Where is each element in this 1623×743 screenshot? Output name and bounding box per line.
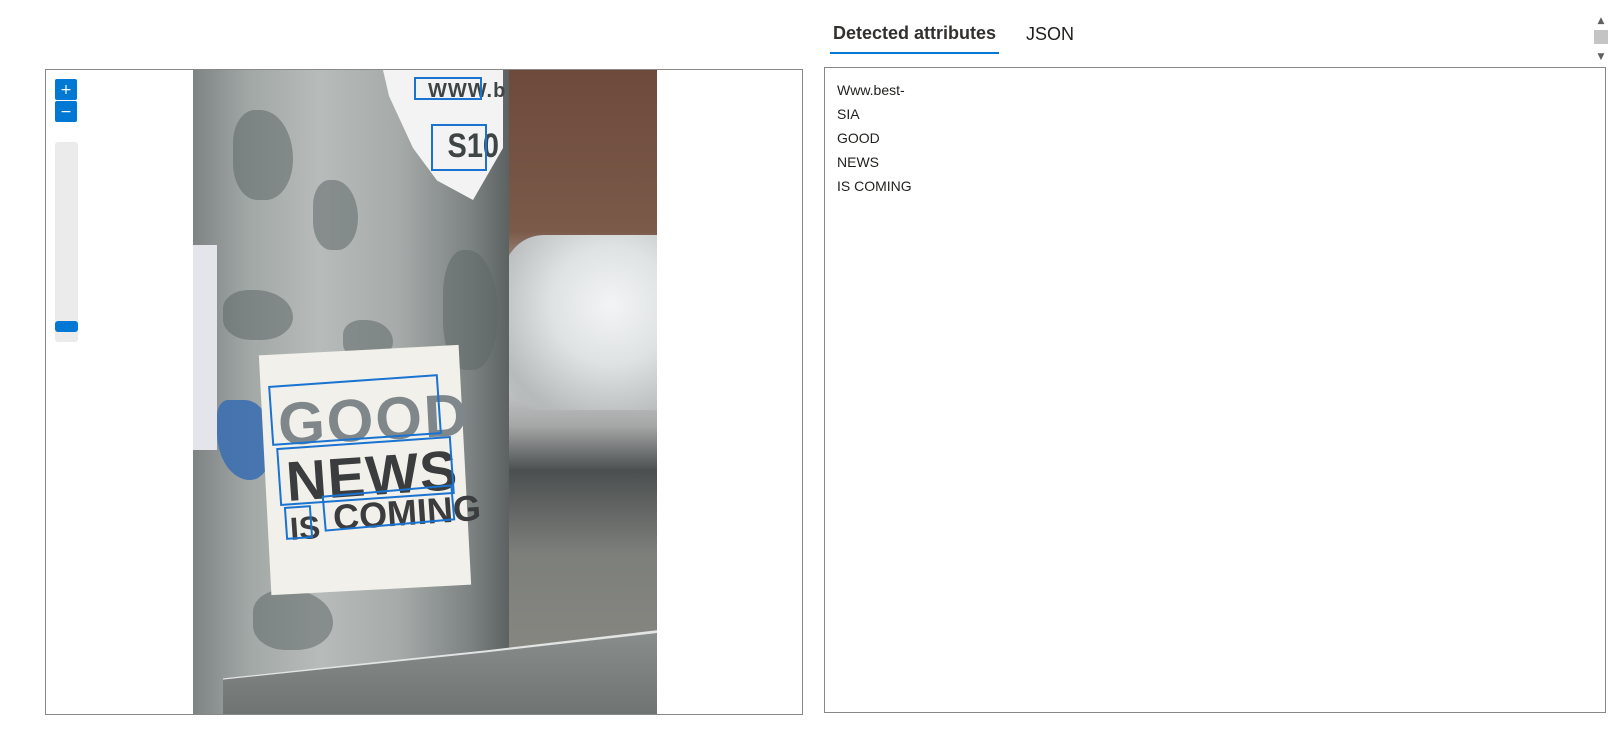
page-scrollbar[interactable]: ▲ ▼ <box>1594 10 1608 63</box>
tab-json[interactable]: JSON <box>1023 18 1077 54</box>
result-line: IS COMING <box>837 178 912 194</box>
zoom-controls: + − <box>55 79 77 123</box>
bounding-box-www[interactable] <box>414 77 482 100</box>
tab-detected-attributes[interactable]: Detected attributes <box>830 18 1000 54</box>
zoom-slider[interactable] <box>55 142 78 342</box>
chevron-up-icon[interactable]: ▲ <box>1594 15 1608 27</box>
bounding-box-is[interactable] <box>283 505 314 540</box>
zoom-out-button[interactable]: − <box>55 101 77 122</box>
result-line: NEWS <box>837 154 879 170</box>
result-line: GOOD <box>837 130 880 146</box>
bounding-box-good[interactable] <box>268 374 442 446</box>
chevron-down-icon[interactable]: ▼ <box>1594 51 1608 63</box>
result-tabs: Detected attributes JSON <box>830 18 1101 54</box>
detected-attributes-panel: Www.best- SIA GOOD NEWS IS COMING <box>824 67 1606 713</box>
scrollbar-thumb[interactable] <box>1594 30 1608 44</box>
zoom-in-button[interactable]: + <box>55 79 77 100</box>
zoom-slider-handle[interactable] <box>55 321 78 332</box>
result-line: Www.best- <box>837 82 905 98</box>
image-viewer[interactable]: + − WWW.b S10 GOOD NEWS IS COMING <box>45 69 803 715</box>
bounding-box-sia[interactable] <box>431 124 487 171</box>
blurred-car <box>504 235 657 410</box>
peeled-paint <box>223 290 293 340</box>
result-line: SIA <box>837 106 860 122</box>
paper-strip <box>193 245 217 450</box>
